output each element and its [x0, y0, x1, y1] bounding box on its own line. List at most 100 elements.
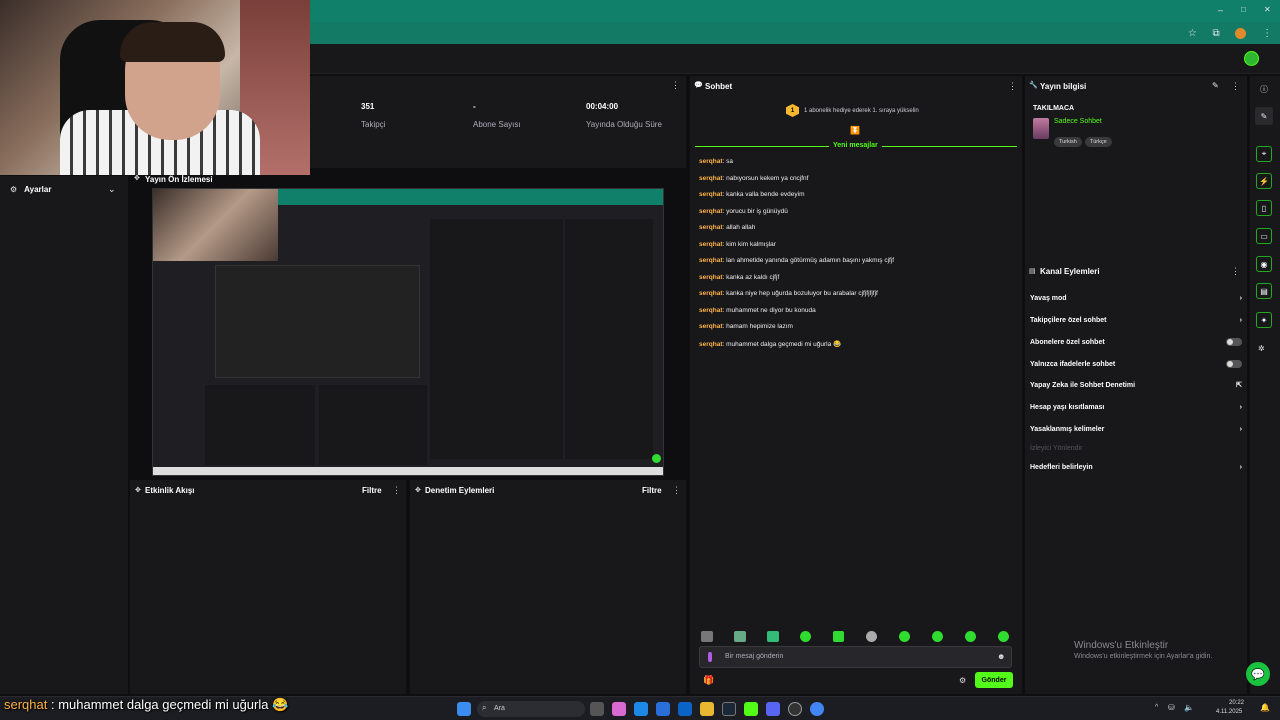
gift-icon[interactable]: 🎁 [703, 675, 714, 686]
extensions-icon[interactable]: ⧉ [1213, 28, 1220, 39]
chat-message[interactable]: serqhat: lan ahmetide yanında götürmüş a… [699, 257, 1015, 264]
emote-icon[interactable] [701, 631, 713, 642]
chat-settings-icon[interactable]: ⚙ [959, 676, 966, 685]
minimize-button[interactable]: – [1218, 5, 1223, 15]
avatar[interactable] [1235, 27, 1247, 39]
action-ai-moderation[interactable]: Yapay Zeka ile Sohbet Denetimi ⇱ [1030, 374, 1242, 396]
scroll-down-icon[interactable]: ⏬ [850, 126, 860, 135]
send-button[interactable]: Gönder [975, 672, 1013, 688]
action-emotes-only[interactable]: Yalnızca ifadelerle sohbet [1030, 353, 1242, 375]
chat-message[interactable]: serqhat: kanka valla bende evdeyim [699, 191, 1015, 198]
tray-chevron-icon[interactable]: ^ [1155, 704, 1158, 711]
file-explorer-icon[interactable] [700, 702, 714, 716]
discord-icon[interactable] [766, 702, 780, 716]
edit-icon[interactable]: ✎ [1212, 81, 1219, 90]
chrome-icon[interactable] [810, 702, 824, 716]
action-goals[interactable]: Hedefleri belirleyin › [1030, 456, 1242, 478]
moderation-menu-icon[interactable]: ⋮ [672, 485, 681, 496]
info-icon[interactable]: ⓘ [1260, 84, 1268, 95]
edge-icon[interactable] [634, 702, 648, 716]
taskbar-search[interactable]: ⌕ Ara [477, 701, 585, 717]
activity-menu-icon[interactable]: ⋮ [392, 485, 401, 496]
lightning-icon[interactable]: ⚡ [1256, 173, 1272, 189]
clock-time[interactable]: 20:22 [1222, 700, 1244, 706]
chevron-down-icon[interactable]: ⌄ [108, 184, 116, 195]
chat-username[interactable]: serqhat [699, 307, 722, 314]
obs-icon[interactable] [788, 702, 802, 716]
chat-message[interactable]: serqhat: muhammet dalga geçmedi mi uğurl… [699, 340, 1015, 348]
chat-username[interactable]: serqhat [699, 158, 722, 165]
gift-banner[interactable]: 1 1 abonelik hediye ederek 1. sıraya yük… [786, 104, 919, 117]
wrench-icon[interactable]: ✦ [1256, 312, 1272, 328]
target-icon[interactable]: ⌖ [1256, 146, 1272, 162]
close-button[interactable]: ✕ [1264, 5, 1271, 14]
chat-message[interactable]: serqhat: kanka niye hep uğurda bozuluyor… [699, 290, 1015, 297]
stream-preview[interactable] [152, 188, 664, 476]
chat-username[interactable]: serqhat [699, 191, 722, 198]
volume-icon[interactable]: 🔈 [1184, 703, 1194, 712]
floating-chat-button[interactable]: 💬 [1246, 662, 1270, 686]
chat-username[interactable]: serqhat [699, 224, 722, 231]
channel-actions-menu-icon[interactable]: ⋮ [1231, 266, 1240, 277]
store-icon[interactable] [656, 702, 670, 716]
windows-start-icon[interactable] [457, 702, 471, 716]
chat-icon[interactable]: ▭ [1256, 228, 1272, 244]
apps-icon[interactable]: ✲ [1258, 344, 1265, 353]
kick-icon[interactable] [744, 702, 758, 716]
move-icon[interactable]: ✥ [135, 486, 141, 494]
chat-username[interactable]: serqhat [699, 323, 722, 330]
category-thumbnail[interactable] [1033, 118, 1049, 139]
emoji-icon[interactable]: ☻ [997, 652, 1005, 661]
copilot-icon[interactable] [612, 702, 626, 716]
task-view-icon[interactable] [590, 702, 604, 716]
action-account-age[interactable]: Hesap yaşı kısıtlaması › [1030, 396, 1242, 418]
maximize-button[interactable]: □ [1241, 5, 1246, 14]
chat-menu-icon[interactable]: ⋮ [1008, 81, 1017, 92]
chat-message[interactable]: serqhat: sa [699, 158, 1015, 165]
emote-icon[interactable] [899, 631, 910, 642]
emote-icon[interactable] [734, 631, 746, 642]
activity-filter-button[interactable]: Filtre [362, 486, 382, 495]
move-icon[interactable]: ✥ [134, 174, 140, 182]
profile-avatar[interactable] [1244, 51, 1259, 66]
emote-icon[interactable] [767, 631, 779, 642]
microphone-icon[interactable] [708, 652, 712, 662]
chat-message[interactable]: serqhat: muhammet ne diyor bu konuda [699, 307, 1015, 314]
chat-message[interactable]: serqhat: kim kim kalmışlar [699, 241, 1015, 248]
chat-username[interactable]: serqhat [699, 257, 722, 264]
notifications-icon[interactable]: 🔔 [1260, 703, 1270, 712]
emote-icon[interactable] [998, 631, 1009, 642]
chat-message[interactable]: serqhat: kanka az kaldı cjfjf [699, 274, 1015, 281]
emote-icon[interactable] [833, 631, 844, 642]
chat-username[interactable]: serqhat [699, 341, 722, 348]
action-followers-only[interactable]: Takipçilere özel sohbet › [1030, 309, 1242, 331]
tag-chip[interactable]: Türkçe [1084, 137, 1112, 147]
chat-message[interactable]: serqhat: yorucu bir iş günüydü [699, 208, 1015, 215]
broadcast-icon[interactable]: ◉ [1256, 256, 1272, 272]
settings-header[interactable]: ⚙ Ayarlar [10, 185, 51, 194]
chat-username[interactable]: serqhat [699, 290, 722, 297]
action-slow-mode[interactable]: Yavaş mod › [1030, 287, 1242, 309]
chat-message[interactable]: serqhat: hamam hepimize lazım [699, 323, 1015, 330]
subscribers-only-toggle[interactable] [1226, 338, 1242, 346]
chat-message[interactable]: serqhat: allah allah [699, 224, 1015, 231]
outlook-icon[interactable] [678, 702, 692, 716]
emote-icon[interactable] [866, 631, 877, 642]
emote-icon[interactable] [965, 631, 976, 642]
moderation-filter-button[interactable]: Filtre [642, 486, 662, 495]
emote-icon[interactable] [800, 631, 811, 642]
chat-input[interactable]: Bir mesaj gönderin ☻ [699, 646, 1012, 668]
action-subscribers-only[interactable]: Abonelere özel sohbet [1030, 331, 1242, 353]
clock-date[interactable]: 4.11.2025 [1216, 709, 1242, 715]
chat-username[interactable]: serqhat [699, 175, 722, 182]
stream-info-menu-icon[interactable]: ⋮ [1231, 81, 1240, 92]
chat-username[interactable]: serqhat [699, 274, 722, 281]
chat-message[interactable]: serqhat: nabıyorsun kekem ya cncjfnf [699, 175, 1015, 182]
emote-icon[interactable] [932, 631, 943, 642]
star-icon[interactable]: ☆ [1188, 28, 1197, 39]
chat-username[interactable]: serqhat [699, 241, 722, 248]
emotes-only-toggle[interactable] [1226, 360, 1242, 368]
stream-category[interactable]: Sadece Sohbet [1054, 118, 1102, 125]
steam-icon[interactable] [722, 702, 736, 716]
network-icon[interactable]: ⛁ [1168, 703, 1175, 712]
